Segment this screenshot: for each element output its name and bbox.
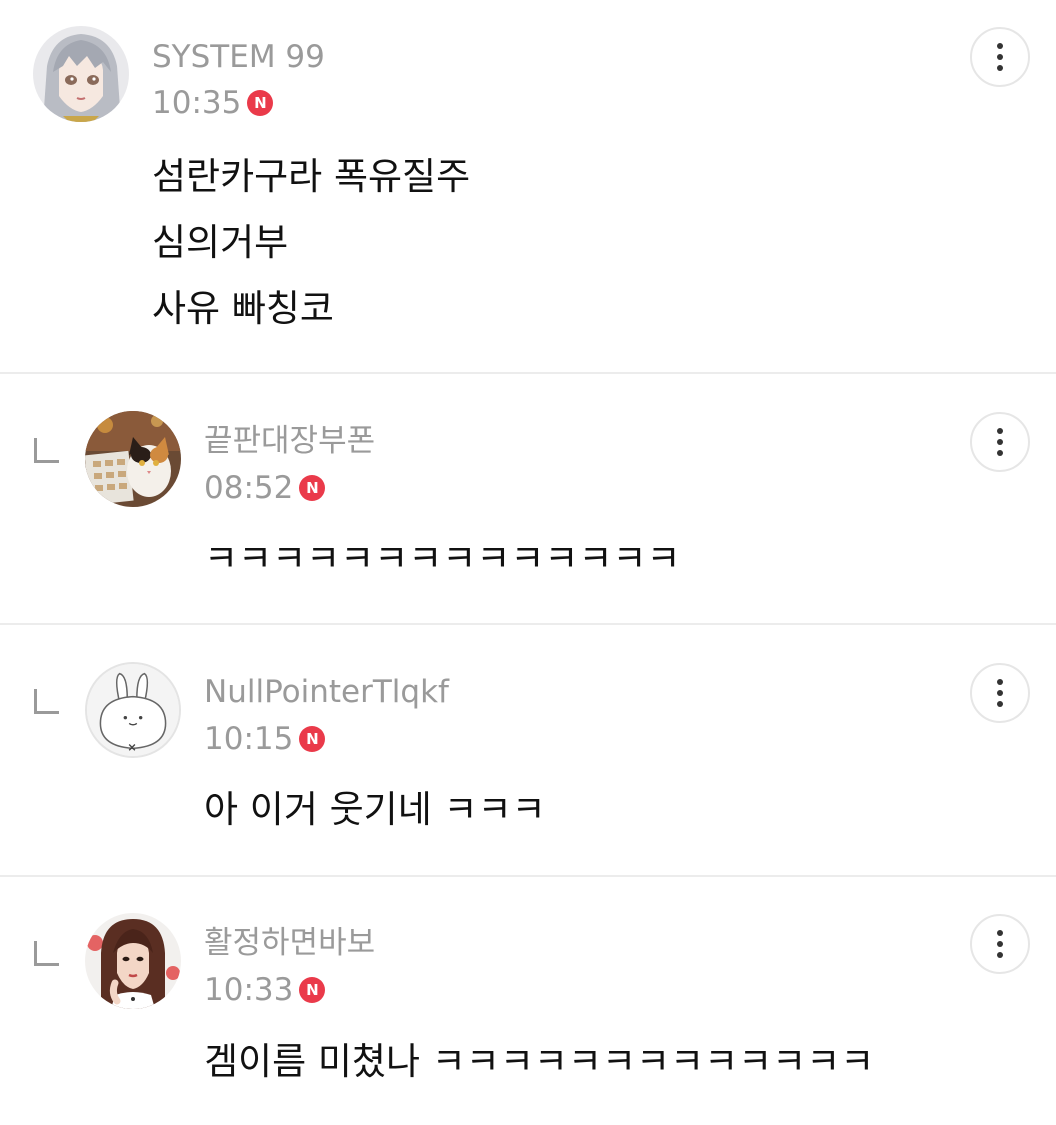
timestamp: 10:33 bbox=[204, 971, 294, 1008]
reply-arrow-icon bbox=[34, 941, 59, 966]
comment-item: SYSTEM 99 10:35 N 섬란카구라 폭유질주 심의거부 사유 빠칭코 bbox=[0, 0, 1056, 372]
timestamp-row: 10:35 N bbox=[152, 84, 274, 121]
reply-arrow-icon bbox=[34, 438, 59, 463]
comment-text-line: 섬란카구라 폭유질주 bbox=[152, 155, 471, 198]
avatar[interactable] bbox=[85, 913, 181, 1009]
avatar[interactable] bbox=[33, 26, 129, 122]
more-options-button[interactable] bbox=[970, 914, 1030, 974]
username[interactable]: 끝판대장부폰 bbox=[204, 426, 375, 457]
new-badge: N bbox=[299, 475, 326, 501]
more-vertical-icon bbox=[997, 43, 1003, 49]
reply-item: 끝판대장부폰 08:52 N ㅋㅋㅋㅋㅋㅋㅋㅋㅋㅋㅋㅋㅋㅋ bbox=[0, 374, 1056, 623]
comment-text-line: 아 이거 웃기네 ㅋㅋㅋ bbox=[204, 788, 546, 831]
timestamp-row: 10:15 N bbox=[204, 720, 326, 757]
comment-text-line: 겜이름 미쳤나 ㅋㅋㅋㅋㅋㅋㅋㅋㅋㅋㅋㅋㅋ bbox=[204, 1040, 875, 1083]
username[interactable]: NullPointerTlqkf bbox=[204, 677, 449, 708]
avatar[interactable] bbox=[85, 411, 181, 507]
comment-text-line: 사유 빠칭코 bbox=[152, 287, 334, 330]
timestamp: 10:15 bbox=[204, 720, 294, 757]
more-options-button[interactable] bbox=[970, 412, 1030, 472]
avatar[interactable] bbox=[85, 662, 181, 758]
comment-text-line: ㅋㅋㅋㅋㅋㅋㅋㅋㅋㅋㅋㅋㅋㅋ bbox=[204, 537, 681, 580]
more-vertical-icon bbox=[997, 428, 1003, 434]
woman-portrait-icon bbox=[85, 913, 181, 1009]
anime-girl-avatar-icon bbox=[33, 26, 129, 122]
comment-text-line: 심의거부 bbox=[152, 221, 289, 264]
more-vertical-icon bbox=[997, 679, 1003, 685]
more-options-button[interactable] bbox=[970, 27, 1030, 87]
reply-item: 활정하면바보 10:33 N 겜이름 미쳤나 ㅋㅋㅋㅋㅋㅋㅋㅋㅋㅋㅋㅋㅋ bbox=[0, 877, 1056, 1125]
reply-arrow-icon bbox=[34, 689, 59, 714]
new-badge: N bbox=[299, 726, 326, 752]
new-badge: N bbox=[299, 977, 326, 1003]
more-vertical-icon bbox=[997, 930, 1003, 936]
bunny-icon bbox=[87, 664, 179, 756]
calico-cat-avatar-icon bbox=[85, 411, 181, 507]
reply-item: NullPointerTlqkf 10:15 N 아 이거 웃기네 ㅋㅋㅋ bbox=[0, 625, 1056, 875]
more-options-button[interactable] bbox=[970, 663, 1030, 723]
timestamp-row: 10:33 N bbox=[204, 971, 326, 1008]
timestamp: 10:35 bbox=[152, 84, 242, 121]
new-badge: N bbox=[247, 90, 274, 116]
timestamp-row: 08:52 N bbox=[204, 469, 326, 506]
timestamp: 08:52 bbox=[204, 469, 294, 506]
username[interactable]: 활정하면바보 bbox=[204, 928, 375, 959]
username[interactable]: SYSTEM 99 bbox=[152, 42, 325, 73]
